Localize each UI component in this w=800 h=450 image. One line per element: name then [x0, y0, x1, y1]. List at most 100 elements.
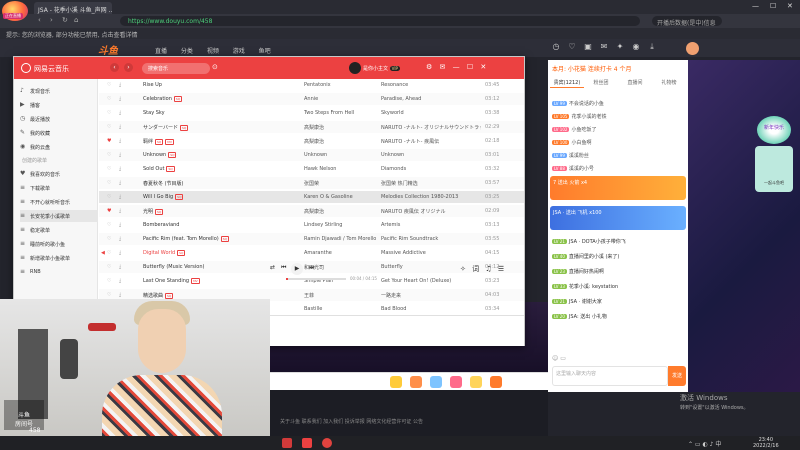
task-icon[interactable]: ▣: [580, 42, 596, 51]
rank-row[interactable]: LV 99 溪溪粉丝: [552, 152, 682, 163]
clock[interactable]: 23:40 2022/2/16: [753, 437, 779, 449]
download-icon[interactable]: ⤓: [119, 292, 121, 298]
song-row[interactable]: ♡ ⤓ Bomberaviand Lindsey Stirling Artemis 03:…: [99, 219, 524, 231]
sidebar-item[interactable]: ✎ 我的收藏: [20, 127, 98, 139]
follow-icon[interactable]: ♡: [564, 42, 580, 51]
gift-icon[interactable]: ✦: [612, 42, 628, 51]
like-icon[interactable]: ♡: [107, 278, 111, 284]
song-artist[interactable]: Hawk Nelson: [304, 166, 379, 172]
song-album[interactable]: NARUTO -ナルト- オリジナルサウンドトラック: [381, 124, 481, 131]
footer-links[interactable]: 关于斗鱼 联系我们 加入我们 投诉举报 网络文化经营许可证 公告: [280, 418, 423, 425]
browser-logo-icon[interactable]: 正在直播: [2, 1, 28, 21]
song-album[interactable]: Get Your Heart On! (Deluxe): [381, 278, 481, 284]
gift-icon[interactable]: [430, 376, 442, 388]
douyu-logo[interactable]: 斗鱼: [98, 42, 118, 57]
mail-icon[interactable]: ✉: [440, 63, 446, 71]
progress-bar[interactable]: [286, 278, 346, 280]
download-icon[interactable]: ⤓: [119, 264, 121, 270]
send-button[interactable]: 发送: [668, 366, 686, 386]
song-row[interactable]: ♡ ⤓ Will I Go Big SQ Karen O & Gasoline Melod…: [99, 191, 524, 203]
song-row[interactable]: ♥ ⤓ 光明 SQ 高梨康治 NARUTO 疾風伝 オリジナル 02:09: [99, 205, 524, 217]
lyrics-icon[interactable]: 词: [472, 265, 479, 273]
like-icon[interactable]: ♡: [107, 110, 111, 116]
tab-vip[interactable]: 贵宾(1212): [550, 76, 584, 88]
song-row[interactable]: ♥ ⤓ 羁绊 SQ MV 高梨康治 NARUTO -ナルト- 疾風伝 02:18: [99, 135, 524, 147]
event-badge[interactable]: 新年快乐: [757, 116, 791, 144]
download-icon[interactable]: ⤓: [119, 124, 121, 130]
song-row[interactable]: ♡ ⤓ Last One Standing MV Simple Plan Get Your…: [99, 275, 524, 287]
song-album[interactable]: Paradise, Ahead: [381, 96, 481, 102]
song-album[interactable]: Artemis: [381, 222, 481, 228]
download-icon[interactable]: ⤓: [119, 208, 121, 214]
song-row[interactable]: ♡ ⤓ Sold Out SQ Hawk Nelson Diamonds 03:32: [99, 163, 524, 175]
like-icon[interactable]: ♡: [107, 166, 111, 172]
song-album[interactable]: Skyworld: [381, 110, 481, 116]
close-icon[interactable]: ✕: [480, 63, 486, 71]
forward-icon[interactable]: ›: [50, 16, 53, 24]
like-icon[interactable]: ♥: [107, 208, 111, 214]
playlist-item[interactable]: ≡ 下载歌单: [20, 182, 98, 194]
gift-icon[interactable]: [450, 376, 462, 388]
mic-icon[interactable]: ⊙: [212, 63, 218, 71]
song-artist[interactable]: 王菲: [304, 292, 379, 299]
download-icon[interactable]: ⤓: [119, 250, 121, 256]
user-avatar[interactable]: [349, 62, 361, 74]
song-row[interactable]: ♡ ⤓ Unknown SQ Unknown Unknown 03:01: [99, 149, 524, 161]
download-icon[interactable]: ⤓: [119, 194, 121, 200]
history-icon[interactable]: ◷: [548, 42, 564, 51]
rank-row[interactable]: LV 100 小白鱼啊: [552, 139, 682, 150]
song-artist[interactable]: 和田光司: [304, 264, 379, 271]
shuffle-icon[interactable]: ⇄: [270, 264, 275, 271]
like-icon[interactable]: ♥: [107, 138, 111, 144]
download-icon[interactable]: ⤓: [119, 138, 121, 144]
settings-icon[interactable]: ⚙: [426, 63, 432, 71]
minimize-icon[interactable]: —: [453, 63, 460, 71]
tab-fans[interactable]: 粉丝团: [584, 76, 618, 88]
browser-icon[interactable]: [322, 438, 332, 448]
song-artist[interactable]: Ramin Djawadi / Tom Morello: [304, 236, 379, 242]
song-album[interactable]: NARUTO -ナルト- 疾風伝: [381, 138, 481, 145]
song-artist[interactable]: Annie: [304, 96, 379, 102]
song-row[interactable]: ♡ ⤓ Digital World SQ Amaranthe Massive Addict…: [99, 247, 524, 259]
gift-icon[interactable]: [470, 376, 482, 388]
music-search-input[interactable]: 搜索音乐: [142, 63, 210, 74]
rank-row[interactable]: LV 102 小鱼吃饭了: [552, 126, 682, 137]
back-icon[interactable]: ‹: [38, 16, 41, 24]
playlist-item[interactable]: ≡ 长安花季小溪歌单: [20, 210, 98, 222]
maximize-icon[interactable]: ☐: [770, 2, 776, 10]
song-album[interactable]: Diamonds: [381, 166, 481, 172]
download-icon[interactable]: ⤓: [119, 110, 121, 116]
like-icon[interactable]: ♡: [107, 152, 111, 158]
url-input[interactable]: https://www.douyu.com/458: [120, 16, 640, 26]
song-artist[interactable]: Karen O & Gasoline: [304, 194, 379, 200]
like-icon[interactable]: ♡: [107, 194, 111, 200]
download-icon[interactable]: ⤓: [119, 152, 121, 158]
song-album[interactable]: 张国荣 热门精选: [381, 180, 481, 187]
download-icon[interactable]: ⤓: [119, 96, 121, 102]
user-avatar[interactable]: [686, 42, 699, 55]
song-artist[interactable]: 高梨康治: [304, 124, 379, 131]
playlist-item[interactable]: ≡ 睡前听的歌小鱼: [20, 238, 98, 250]
netease-icon[interactable]: [302, 438, 312, 448]
sidebar-item[interactable]: ◉ 我的云盘: [20, 141, 98, 153]
back-icon[interactable]: ‹: [110, 63, 119, 72]
like-icon[interactable]: ♡: [107, 222, 111, 228]
like-icon[interactable]: ♡: [107, 292, 111, 298]
playlist-item[interactable]: ♥ 我喜欢的音乐: [20, 168, 98, 180]
home-icon[interactable]: ⌂: [74, 16, 78, 24]
song-artist[interactable]: 高梨康治: [304, 208, 379, 215]
download-icon[interactable]: ⤓: [119, 166, 121, 172]
song-album[interactable]: Unknown: [381, 152, 481, 158]
song-artist[interactable]: Bastille: [304, 306, 379, 312]
download-icon[interactable]: ⤓: [119, 222, 121, 228]
like-icon[interactable]: ♡: [107, 124, 111, 130]
playlist-icon[interactable]: ☰: [498, 265, 504, 273]
playlist-item[interactable]: ≡ RNB: [20, 266, 98, 278]
sidebar-item[interactable]: ♪ 发现音乐: [20, 85, 98, 97]
like-icon[interactable]: ♡: [107, 250, 111, 256]
like-icon[interactable]: ♡: [107, 96, 111, 102]
song-album[interactable]: Bad Blood: [381, 306, 481, 312]
effects-icon[interactable]: ✧: [460, 265, 466, 273]
rank-row[interactable]: LV 105 花季小溪的老铁: [552, 113, 682, 124]
playlist-item[interactable]: ≡ 不开心就听听音乐: [20, 196, 98, 208]
